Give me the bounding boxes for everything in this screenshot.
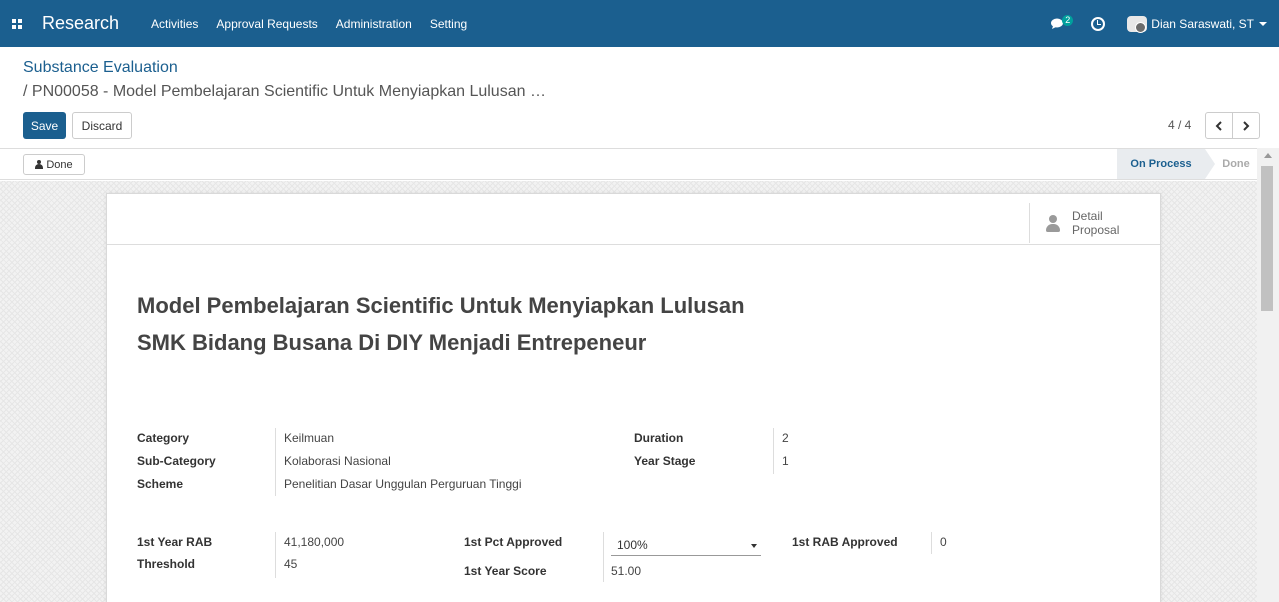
top-navbar: Research Activities Approval Requests Ad… <box>0 0 1279 47</box>
button-box: Detail Proposal <box>107 194 1160 245</box>
avatar[interactable] <box>1127 15 1148 33</box>
save-button[interactable]: Save <box>23 112 66 139</box>
rab-label: 1st Year RAB <box>137 535 213 549</box>
apps-menu-icon[interactable] <box>0 0 34 47</box>
separator <box>275 428 276 496</box>
pct-approved-value: 100% <box>617 538 648 552</box>
year-score-label: 1st Year Score <box>464 564 547 578</box>
user-icon <box>35 160 44 169</box>
discard-button[interactable]: Discard <box>72 112 132 139</box>
category-label: Category <box>137 431 190 445</box>
year-stage-label: Year Stage <box>634 454 696 468</box>
record-title: Model Pembelajaran Scientific Untuk Meny… <box>137 293 745 355</box>
chat-icon[interactable]: 2 <box>1051 14 1079 34</box>
year-stage-value: 1 <box>782 454 789 468</box>
caret-down-icon <box>751 544 757 548</box>
pager-buttons <box>1205 112 1260 139</box>
separator <box>773 428 774 474</box>
subcategory-value: Kolaborasi Nasional <box>284 454 391 468</box>
detail-proposal-label: Detail Proposal <box>1072 209 1120 237</box>
menu-activities[interactable]: Activities <box>151 17 198 31</box>
category-value: Keilmuan <box>284 431 335 445</box>
person-icon <box>1046 214 1060 232</box>
scroll-up-icon[interactable] <box>1264 153 1272 158</box>
chat-badge: 2 <box>1062 14 1074 26</box>
clock-icon[interactable] <box>1091 16 1106 31</box>
scroll-thumb[interactable] <box>1261 166 1273 311</box>
threshold-label: Threshold <box>137 557 196 571</box>
pct-approved-select[interactable]: 100% <box>611 533 761 556</box>
pct-approved-label: 1st Pct Approved <box>464 535 563 549</box>
user-name[interactable]: Dian Saraswati, ST <box>1151 17 1254 31</box>
threshold-value: 45 <box>284 557 298 571</box>
scrollbar[interactable] <box>1257 148 1279 602</box>
statusbar: Done On Process Done <box>0 148 1257 180</box>
rab-value: 41,180,000 <box>284 535 345 549</box>
chevron-left-icon[interactable] <box>1206 113 1232 138</box>
rab-approved-label: 1st RAB Approved <box>792 535 898 549</box>
rab-approved-value: 0 <box>940 535 947 549</box>
stage-done[interactable]: Done <box>1215 149 1257 179</box>
app-brand[interactable]: Research <box>42 13 119 34</box>
duration-value: 2 <box>782 431 789 445</box>
menu-setting[interactable]: Setting <box>430 17 467 31</box>
scheme-label: Scheme <box>137 477 184 491</box>
scheme-value: Penelitian Dasar Unggulan Perguruan Ting… <box>284 477 522 491</box>
separator <box>603 532 604 582</box>
chevron-down-icon[interactable] <box>1259 21 1267 26</box>
breadcrumb-current: / PN00058 - Model Pembelajaran Scientifi… <box>23 83 546 100</box>
done-button-label: Done <box>46 158 73 171</box>
breadcrumb-parent[interactable]: Substance Evaluation <box>23 59 178 77</box>
duration-label: Duration <box>634 431 684 445</box>
year-score-value: 51.00 <box>611 564 642 578</box>
pager-value[interactable]: 4 / 4 <box>1168 118 1191 132</box>
menu-administration[interactable]: Administration <box>336 17 412 31</box>
chevron-right-icon[interactable] <box>1232 113 1259 138</box>
subcategory-label: Sub-Category <box>137 454 216 468</box>
separator <box>931 532 932 554</box>
separator <box>275 532 276 578</box>
done-button[interactable]: Done <box>23 154 85 175</box>
stage-on-process[interactable]: On Process <box>1117 149 1215 179</box>
menu-approval-requests[interactable]: Approval Requests <box>216 17 317 31</box>
detail-proposal-button[interactable]: Detail Proposal <box>1029 203 1160 243</box>
form-sheet: Detail Proposal Model Pembelajaran Scien… <box>106 193 1161 602</box>
